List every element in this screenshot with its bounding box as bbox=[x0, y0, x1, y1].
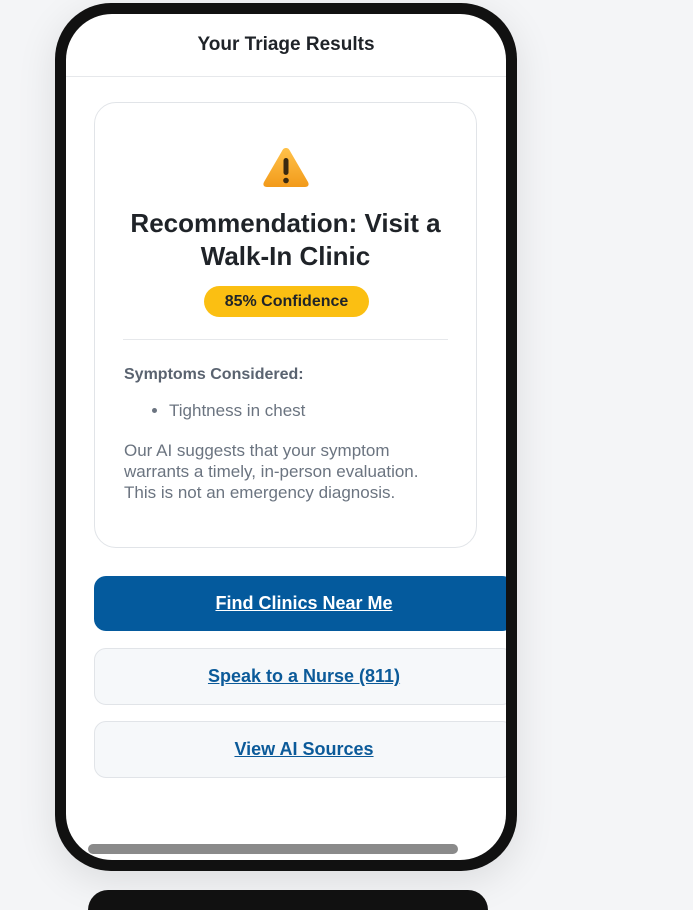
divider bbox=[123, 339, 448, 340]
recommendation-card: Recommendation: Visit a Walk-In Clinic 8… bbox=[94, 102, 477, 548]
symptoms-heading: Symptoms Considered: bbox=[124, 366, 304, 383]
phone-frame: Your Triage Results Recommendation: Visi… bbox=[55, 3, 517, 871]
confidence-badge: 85% Confidence bbox=[204, 286, 369, 317]
next-phone-frame bbox=[88, 890, 488, 910]
page-header: Your Triage Results bbox=[66, 14, 506, 77]
speak-to-nurse-button[interactable]: Speak to a Nurse (811) bbox=[94, 648, 506, 705]
phone-screen: Your Triage Results Recommendation: Visi… bbox=[66, 14, 506, 860]
recommendation-description: Our AI suggests that your symptom warran… bbox=[124, 441, 419, 502]
page-title: Your Triage Results bbox=[197, 34, 375, 55]
speak-to-nurse-label: Speak to a Nurse (811) bbox=[207, 666, 401, 686]
recommendation-title: Recommendation: Visit a Walk-In Clinic bbox=[130, 208, 441, 271]
list-item: Tightness in chest bbox=[169, 401, 305, 421]
symptoms-list: Tightness in chest bbox=[124, 401, 305, 421]
find-clinics-button[interactable]: Find Clinics Near Me bbox=[94, 576, 506, 631]
view-ai-sources-button[interactable]: View AI Sources bbox=[94, 721, 506, 778]
view-ai-sources-label: View AI Sources bbox=[234, 739, 374, 759]
warning-icon bbox=[263, 148, 309, 187]
horizontal-scrollbar[interactable] bbox=[88, 844, 458, 854]
find-clinics-label: Find Clinics Near Me bbox=[215, 593, 393, 613]
